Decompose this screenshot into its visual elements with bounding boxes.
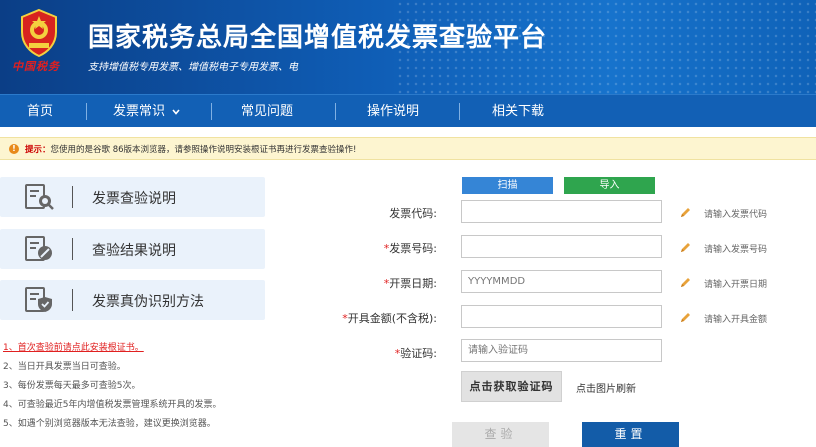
site-subtitle: 支持增值税专用发票、增值税电子专用发票、电: [88, 62, 298, 73]
document-search-icon: [25, 184, 54, 210]
invoice-date-label: *开票日期:: [297, 275, 437, 291]
scan-button[interactable]: 扫描: [462, 177, 553, 194]
side-item-label: 查验结果说明: [92, 243, 176, 259]
nav-divider: [335, 103, 336, 120]
notice-bar: ! 提示：您使用的是谷歌 86版本浏览器，请参照操作说明安装根证书再进行发票查验…: [0, 137, 816, 160]
captcha-input[interactable]: [461, 339, 662, 362]
nav-home[interactable]: 首页: [27, 95, 53, 128]
check-button[interactable]: 查验: [452, 422, 549, 447]
pencil-icon: [681, 243, 690, 252]
notice-prefix: 提示：: [25, 145, 51, 155]
pencil-icon: [681, 278, 690, 287]
chevron-down-icon: [172, 109, 180, 115]
nav-instructions[interactable]: 操作说明: [367, 95, 419, 128]
nav-divider: [459, 103, 460, 120]
field-label-text: 开票日期:: [389, 277, 437, 290]
invoice-code-hint: 请输入发票代码: [704, 210, 768, 220]
side-item-result-guide[interactable]: 查验结果说明: [0, 229, 265, 269]
invoice-date-input[interactable]: [461, 270, 662, 293]
pencil-icon: [681, 208, 690, 217]
notice-message: 您使用的是谷歌 86版本浏览器，请参照操作说明安装根证书再进行发票查验操作!: [50, 145, 357, 155]
side-divider: [72, 238, 73, 260]
main-nav: 首页 发票常识 常见问题 操作说明 相关下载: [0, 94, 816, 127]
captcha-label: *验证码:: [297, 345, 437, 361]
reset-button[interactable]: 重置: [582, 422, 679, 447]
invoice-amount-hint: 请输入开具金额: [704, 315, 768, 325]
header-banner: 中国税务 国家税务总局全国增值税发票查验平台 支持增值税专用发票、增值税电子专用…: [0, 0, 816, 94]
document-edit-icon: [25, 236, 52, 261]
tip-item: 3、每份发票每天最多可查验5次。: [3, 381, 141, 391]
field-label-text: 验证码:: [400, 347, 437, 360]
field-label-text: 发票代码:: [389, 207, 437, 220]
tip-item: 2、当日开具发票当日可查验。: [3, 362, 126, 372]
nav-downloads[interactable]: 相关下载: [492, 95, 544, 128]
invoice-code-label: 发票代码:: [297, 205, 437, 221]
nav-invoice-knowledge[interactable]: 发票常识: [113, 95, 180, 128]
invoice-code-input[interactable]: [461, 200, 662, 223]
tip-item: 5、如遇个别浏览器版本无法查验，建议更换浏览器。: [3, 419, 216, 429]
invoice-number-label: *发票号码:: [297, 240, 437, 256]
side-item-label: 发票查验说明: [92, 191, 176, 207]
warning-icon: !: [9, 144, 19, 154]
side-item-authenticity-guide[interactable]: 发票真伪识别方法: [0, 280, 265, 320]
pencil-icon: [681, 313, 690, 322]
side-divider: [72, 186, 73, 208]
invoice-number-hint: 请输入发票号码: [704, 245, 768, 255]
document-shield-icon: [25, 287, 52, 312]
tip-install-cert-link[interactable]: 1、首次查验前请点此安装根证书。: [3, 343, 144, 353]
tips-list: 1、首次查验前请点此安装根证书。 2、当日开具发票当日可查验。 3、每份发票每天…: [3, 339, 303, 434]
invoice-number-input[interactable]: [461, 235, 662, 258]
field-label-text: 开具金额(不含税):: [347, 312, 437, 325]
nav-invoice-knowledge-label: 发票常识: [113, 104, 166, 119]
invoice-amount-label: *开具金额(不含税):: [297, 310, 437, 326]
side-item-check-guide[interactable]: 发票查验说明: [0, 177, 265, 217]
nav-faq[interactable]: 常见问题: [241, 95, 293, 128]
side-item-label: 发票真伪识别方法: [92, 294, 204, 310]
tax-emblem-icon: [21, 8, 57, 58]
invoice-amount-input[interactable]: [461, 305, 662, 328]
nav-divider: [211, 103, 212, 120]
field-label-text: 发票号码:: [389, 242, 437, 255]
notice-text: 提示：您使用的是谷歌 86版本浏览器，请参照操作说明安装根证书再进行发票查验操作…: [25, 143, 356, 155]
site-title: 国家税务总局全国增值税发票查验平台: [88, 23, 548, 53]
captcha-image[interactable]: 点击获取验证码: [461, 371, 562, 402]
refresh-captcha-text: 点击图片刷新: [576, 384, 636, 395]
side-divider: [72, 289, 73, 311]
invoice-date-hint: 请输入开票日期: [704, 280, 768, 290]
seal-text: 中国税务: [12, 60, 60, 73]
import-button[interactable]: 导入: [564, 177, 655, 194]
tip-item: 4、可查验最近5年内增值税发票管理系统开具的发票。: [3, 400, 222, 410]
nav-divider: [86, 103, 87, 120]
tip-install-cert[interactable]: 1、首次查验前请点此安装根证书。: [3, 339, 303, 358]
